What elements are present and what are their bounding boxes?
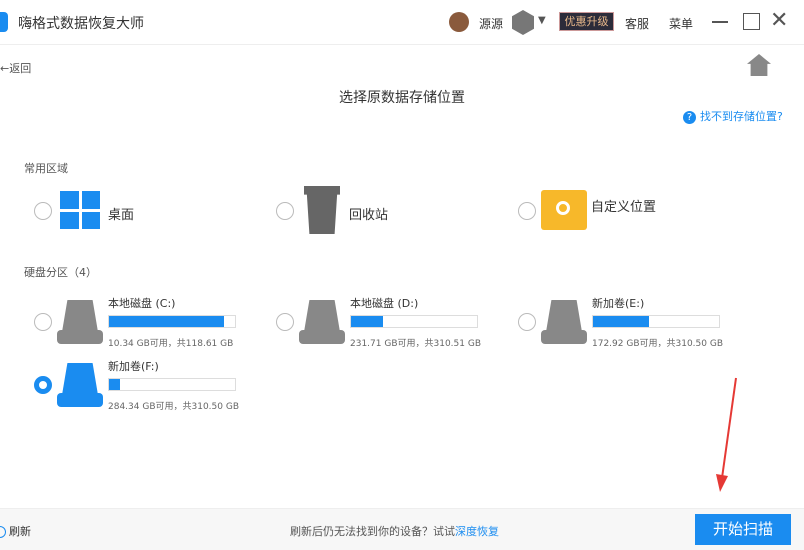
drive-name: 本地磁盘 (D:) bbox=[350, 297, 419, 310]
back-button[interactable]: ←返回 bbox=[0, 60, 31, 76]
usage-bar bbox=[592, 315, 720, 328]
usage-bar bbox=[350, 315, 478, 328]
drive-name: 新加卷(F:) bbox=[108, 360, 159, 373]
help-label: 找不到存储位置? bbox=[700, 110, 783, 123]
username[interactable]: 源源 bbox=[479, 15, 503, 32]
close-button[interactable]: ✕ bbox=[770, 8, 788, 33]
avatar[interactable] bbox=[449, 12, 469, 32]
hard-drive-icon bbox=[57, 300, 103, 345]
footer: 刷新 刷新后仍无法找到你的设备？试试深度恢复 bbox=[0, 508, 804, 550]
drive-size: 10.34 GB可用，共118.61 GB bbox=[108, 339, 234, 349]
help-icon: ? bbox=[683, 111, 696, 124]
minimize-button[interactable] bbox=[712, 21, 728, 23]
radio-button[interactable] bbox=[276, 202, 294, 220]
home-icon[interactable] bbox=[747, 54, 771, 76]
upgrade-button[interactable]: 优惠升级 bbox=[559, 12, 614, 31]
radio-button[interactable] bbox=[34, 376, 52, 394]
recycle-bin-icon bbox=[304, 186, 340, 234]
menu-button[interactable]: 菜单 bbox=[669, 15, 693, 32]
drives-heading: 硬盘分区（4） bbox=[24, 266, 97, 279]
refresh-button[interactable]: 刷新 bbox=[0, 523, 31, 539]
app-logo-icon bbox=[0, 12, 8, 32]
refresh-icon bbox=[0, 526, 6, 538]
usage-fill bbox=[109, 379, 120, 390]
location-label: 回收站 bbox=[349, 208, 389, 223]
back-label: 返回 bbox=[9, 62, 32, 75]
radio-button[interactable] bbox=[34, 202, 52, 220]
hard-drive-icon bbox=[57, 363, 103, 408]
usage-bar bbox=[108, 378, 236, 391]
drive-size: 284.34 GB可用，共310.50 GB bbox=[108, 402, 240, 412]
customer-service-button[interactable]: 客服 bbox=[625, 15, 649, 32]
help-link[interactable]: ? 找不到存储位置? bbox=[683, 108, 783, 124]
drive-size: 231.71 GB可用，共310.51 GB bbox=[350, 339, 482, 349]
radio-button[interactable] bbox=[518, 313, 536, 331]
windows-icon bbox=[60, 191, 100, 229]
folder-search-icon bbox=[541, 190, 587, 230]
app-title: 嗨格式数据恢复大师 bbox=[18, 16, 144, 32]
radio-button[interactable] bbox=[518, 202, 536, 220]
usage-fill bbox=[593, 316, 649, 327]
vip-badge-icon[interactable] bbox=[512, 10, 534, 35]
drive-name: 新加卷(E:) bbox=[592, 297, 645, 310]
usage-fill bbox=[109, 316, 225, 327]
refresh-label: 刷新 bbox=[9, 525, 31, 538]
drive-size: 172.92 GB可用，共310.50 GB bbox=[592, 339, 724, 349]
usage-fill bbox=[351, 316, 383, 327]
start-scan-button[interactable]: 开始扫描 bbox=[695, 514, 791, 545]
usage-bar bbox=[108, 315, 236, 328]
drive-name: 本地磁盘 (C:) bbox=[108, 297, 176, 310]
footer-hint: 刷新后仍无法找到你的设备？试试深度恢复 bbox=[290, 523, 499, 539]
maximize-button[interactable] bbox=[743, 13, 760, 30]
page-title: 选择原数据存储位置 bbox=[339, 90, 465, 106]
location-label: 桌面 bbox=[108, 208, 135, 223]
back-arrow-icon: ← bbox=[0, 62, 10, 75]
location-label: 自定义位置 bbox=[591, 200, 657, 215]
deep-recovery-link[interactable]: 深度恢复 bbox=[455, 525, 499, 538]
hard-drive-icon bbox=[541, 300, 587, 345]
common-heading: 常用区域 bbox=[24, 162, 68, 175]
hint-text: 刷新后仍无法找到你的设备？试试 bbox=[290, 525, 455, 538]
chevron-down-icon[interactable]: ▼ bbox=[538, 15, 546, 26]
hard-drive-icon bbox=[299, 300, 345, 345]
annotation-arrow bbox=[716, 377, 737, 492]
radio-button[interactable] bbox=[276, 313, 294, 331]
title-bar: 嗨格式数据恢复大师 源源 ▼ 优惠升级 客服 菜单 ✕ bbox=[0, 0, 804, 45]
radio-button[interactable] bbox=[34, 313, 52, 331]
